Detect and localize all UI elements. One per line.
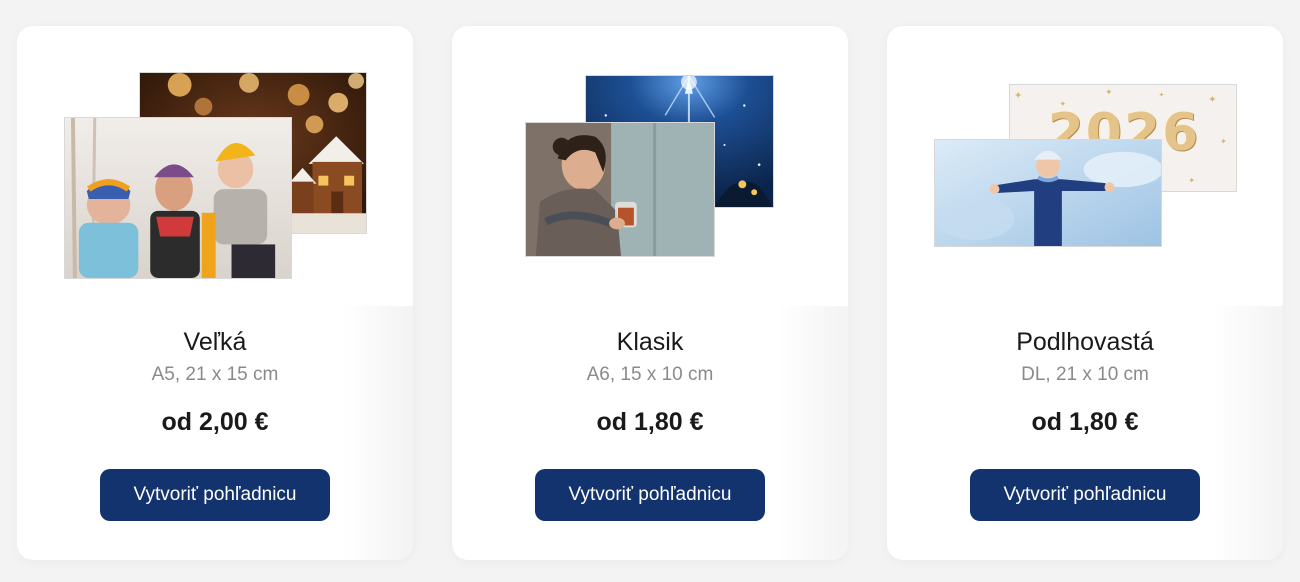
postcard-preview-klasik: [452, 26, 848, 296]
svg-text:✦: ✦: [1105, 88, 1113, 98]
card-price: od 1,80 €: [1031, 408, 1139, 436]
postcard-preview-podlhovasta: ✦ ✦ ✦ ✦ ✦ ✦ ✦ ✦ 2026: [887, 26, 1283, 296]
postcard-card-klasik: Klasik A6, 15 x 10 cm od 1,80 € Vytvoriť…: [452, 26, 848, 560]
postcard-card-podlhovasta: ✦ ✦ ✦ ✦ ✦ ✦ ✦ ✦ 2026: [887, 26, 1283, 560]
postcard-formats-row: Veľká A5, 21 x 15 cm od 2,00 € Vytvoriť …: [0, 0, 1300, 582]
card-size: A5, 21 x 15 cm: [151, 364, 279, 385]
card-price: od 1,80 €: [596, 408, 704, 436]
svg-text:✦: ✦: [1188, 176, 1195, 185]
card-size: A6, 15 x 10 cm: [586, 364, 714, 385]
card-title: Klasik: [616, 328, 684, 356]
svg-text:✦: ✦: [1014, 91, 1022, 102]
front-photo-woman-tea: [525, 122, 715, 257]
postcard-card-velka: Veľká A5, 21 x 15 cm od 2,00 € Vytvoriť …: [17, 26, 413, 560]
create-postcard-button[interactable]: Vytvoriť pohľadnicu: [100, 469, 330, 521]
create-postcard-button[interactable]: Vytvoriť pohľadnicu: [535, 469, 765, 521]
front-photo-snow-angel: [934, 139, 1162, 247]
card-title: Veľká: [183, 328, 247, 356]
card-price: od 2,00 €: [161, 408, 269, 436]
card-title: Podlhovastá: [1016, 328, 1154, 356]
create-postcard-button[interactable]: Vytvoriť pohľadnicu: [970, 469, 1200, 521]
svg-text:✦: ✦: [1159, 91, 1165, 99]
card-size: DL, 21 x 10 cm: [1021, 364, 1149, 385]
postcard-preview-velka: [17, 26, 413, 296]
front-photo-family-snow: [64, 117, 292, 279]
